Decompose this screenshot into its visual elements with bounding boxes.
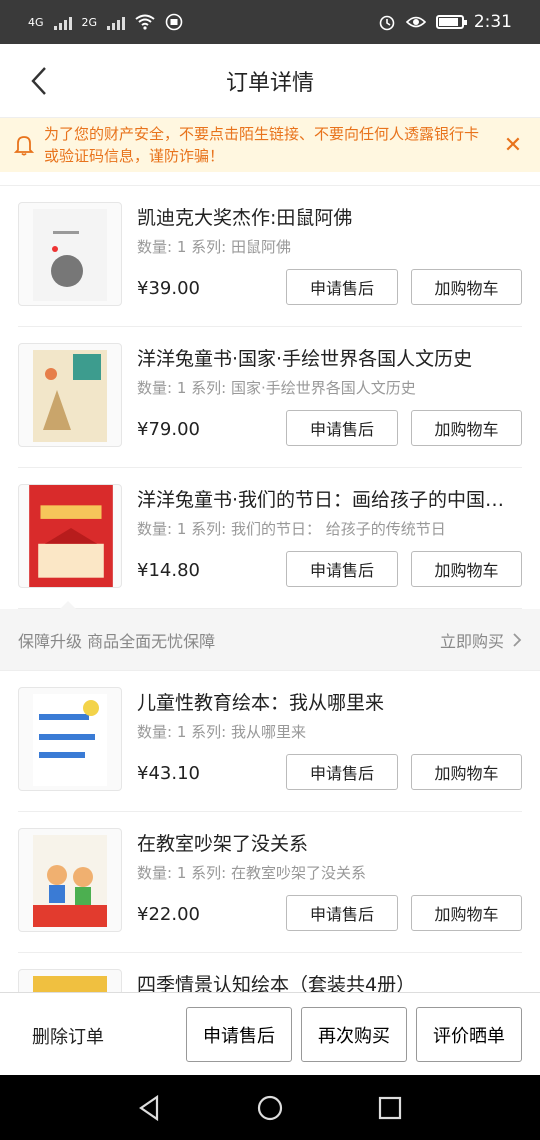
signal-icon (53, 14, 72, 30)
product-meta: 数量: 1 系列: 国家·手绘世界各国人文历史 (137, 379, 416, 397)
after-sale-button[interactable]: 申请售后 (286, 754, 398, 790)
nav-recents-icon[interactable] (375, 1093, 405, 1123)
add-to-cart-button[interactable]: 加购物车 (411, 410, 522, 446)
after-sale-button[interactable]: 申请售后 (286, 410, 398, 446)
buy-now-label: 立即购买 (439, 631, 504, 651)
order-item[interactable]: 四季情景认知绘本（套装共4册） (18, 953, 522, 992)
status-bar: 4G 2G 2:31 (0, 0, 540, 44)
battery-icon (435, 15, 467, 29)
nav-back-icon[interactable] (135, 1093, 165, 1123)
order-item[interactable]: 凯迪克大奖杰作:田鼠阿佛 数量: 1 系列: 田鼠阿佛 ¥39.00 申请售后 … (18, 186, 522, 327)
chevron-right-icon (513, 632, 522, 647)
product-title[interactable]: 洋洋兔童书·国家·手绘世界各国人文历史 (137, 345, 522, 373)
book-cover (33, 350, 107, 442)
back-button[interactable] (24, 64, 54, 98)
list-top-gap (0, 172, 540, 186)
add-to-cart-button[interactable]: 加购物车 (411, 754, 522, 790)
product-title[interactable]: 儿童性教育绘本：我从哪里来 (137, 689, 522, 717)
order-item[interactable]: 儿童性教育绘本：我从哪里来 数量: 1 系列: 我从哪里来 ¥43.10 申请售… (18, 671, 522, 812)
product-meta: 数量: 1 系列: 我们的节日： 给孩子的传统节日 (137, 520, 446, 538)
add-to-cart-button[interactable]: 加购物车 (411, 269, 522, 305)
header: 订单详情 (0, 44, 540, 118)
book-cover (33, 835, 107, 927)
product-meta: 数量: 1 系列: 田鼠阿佛 (137, 238, 291, 256)
page-title: 订单详情 (225, 70, 314, 96)
notice-text: 为了您的财产安全，不要点击陌生链接、不要向任何人透露银行卡或验证码信息，谨防诈骗… (44, 125, 480, 165)
product-price: ¥43.10 (137, 763, 200, 784)
product-thumbnail[interactable] (18, 828, 122, 932)
shield-status-icon (165, 13, 183, 31)
banner-notch (60, 601, 76, 609)
alarm-icon (379, 15, 395, 31)
order-item[interactable]: 洋洋兔童书·我们的节日：画给孩子的中国传统节日 数量: 1 系列: 我们的节日：… (18, 468, 522, 609)
nav-home-icon[interactable] (255, 1093, 285, 1123)
product-thumbnail[interactable] (18, 202, 122, 306)
after-sale-button[interactable]: 申请售后 (286, 551, 398, 587)
eye-icon (405, 16, 426, 28)
network-2g-label: 2G (81, 15, 98, 29)
order-item[interactable]: 洋洋兔童书·国家·手绘世界各国人文历史 数量: 1 系列: 国家·手绘世界各国人… (18, 327, 522, 468)
bottom-action-bar: 删除订单 申请售后 再次购买 评价晒单 (0, 992, 540, 1075)
book-cover (33, 209, 107, 301)
review-button[interactable]: 评价晒单 (416, 1007, 522, 1062)
product-price: ¥22.00 (137, 904, 200, 925)
product-title[interactable]: 洋洋兔童书·我们的节日：画给孩子的中国传统节日 (137, 486, 522, 514)
after-sale-button[interactable]: 申请售后 (286, 895, 398, 931)
product-price: ¥79.00 (137, 419, 200, 440)
product-price: ¥14.80 (137, 560, 200, 581)
network-4g-label: 4G (28, 15, 44, 29)
bell-icon (14, 136, 34, 156)
product-thumbnail[interactable] (18, 484, 122, 588)
delete-order-button[interactable]: 删除订单 (32, 1023, 104, 1049)
buy-now-link[interactable]: 立即购买 (440, 628, 522, 652)
product-meta: 数量: 1 系列: 我从哪里来 (137, 723, 306, 741)
product-thumbnail[interactable] (18, 969, 122, 992)
wifi-icon (135, 14, 155, 30)
product-price: ¥39.00 (137, 278, 200, 299)
after-sale-order-button[interactable]: 申请售后 (186, 1007, 292, 1062)
signal-icon-2 (107, 14, 126, 30)
system-nav-bar (0, 1075, 540, 1140)
after-sale-button[interactable]: 申请售后 (286, 269, 398, 305)
buy-again-button[interactable]: 再次购买 (301, 1007, 407, 1062)
product-meta: 数量: 1 系列: 在教室吵架了没关系 (137, 864, 366, 882)
add-to-cart-button[interactable]: 加购物车 (411, 551, 522, 587)
close-icon[interactable]: ✕ (500, 133, 526, 158)
product-title[interactable]: 四季情景认知绘本（套装共4册） (137, 971, 522, 992)
product-title[interactable]: 凯迪克大奖杰作:田鼠阿佛 (137, 204, 522, 232)
security-notice: 为了您的财产安全，不要点击陌生链接、不要向任何人透露银行卡或验证码信息，谨防诈骗… (0, 118, 540, 172)
guarantee-text: 保障升级 商品全面无忧保障 (18, 631, 216, 651)
book-cover (33, 976, 107, 992)
clock: 2:31 (473, 12, 512, 32)
add-to-cart-button[interactable]: 加购物车 (411, 895, 522, 931)
order-item-list[interactable]: 凯迪克大奖杰作:田鼠阿佛 数量: 1 系列: 田鼠阿佛 ¥39.00 申请售后 … (0, 172, 540, 992)
book-cover (33, 694, 107, 786)
guarantee-banner[interactable]: 保障升级 商品全面无忧保障 立即购买 (0, 601, 540, 671)
product-thumbnail[interactable] (18, 687, 122, 791)
book-cover (29, 485, 113, 587)
product-title[interactable]: 在教室吵架了没关系 (137, 830, 522, 858)
order-item[interactable]: 在教室吵架了没关系 数量: 1 系列: 在教室吵架了没关系 ¥22.00 申请售… (18, 812, 522, 953)
product-thumbnail[interactable] (18, 343, 122, 447)
chevron-left-icon (31, 67, 46, 95)
